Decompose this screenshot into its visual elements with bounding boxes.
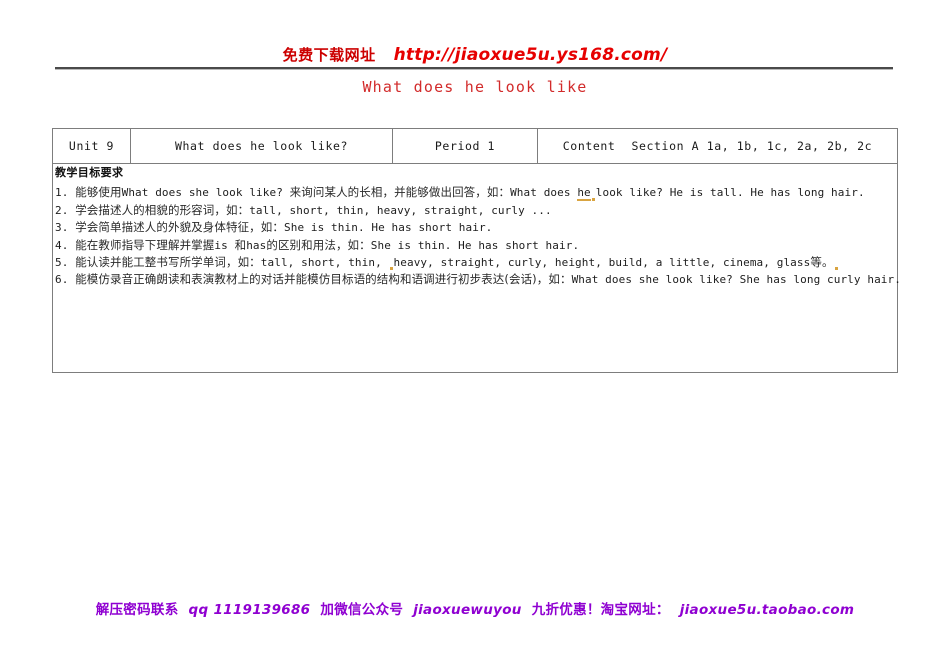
footer-taobao-url[interactable]: jiaoxue5u.taobao.com	[680, 602, 855, 618]
objective-text-en-2b: She is thin. He has short hair.	[370, 238, 580, 252]
objective-text-cn: 学会描述人的相貌的形容词，如：	[75, 203, 250, 218]
spellcheck-marked-word: he	[577, 186, 591, 201]
objective-number: 2.	[55, 204, 69, 218]
list-item: 4. 能在教师指导下理解并掌握is 和has的区别和用法，如：She is th…	[55, 237, 897, 254]
objective-text-en: tall, short, thin,	[260, 255, 389, 269]
footer-segment-5: 九折优惠！淘宝网址：	[531, 602, 670, 618]
spellcheck-marked-word: heavy	[393, 255, 428, 269]
objective-text-cn: 能在教师指导下理解并掌握	[75, 237, 215, 252]
objective-text-en-2a: What does	[510, 186, 578, 199]
list-item: 1. 能够使用What does she look like? 来询问某人的长相…	[55, 184, 897, 202]
list-item: 5. 能认读并能工整书写所学单词，如：tall, short, thin, he…	[55, 254, 897, 271]
list-item: 6. 能模仿录音正确朗读和表演教材上的对话并能模仿目标语的结构和语调进行初步表达…	[55, 271, 901, 288]
objective-text-en: is	[214, 238, 228, 252]
footer-qq: qq 1119139686	[188, 602, 311, 618]
cell-lesson-title: What does he look like?	[130, 128, 393, 164]
objective-number: 5.	[55, 255, 69, 269]
objective-text-en: What does she look like? She has long cu…	[571, 273, 901, 287]
objective-text-en-2a: has	[246, 238, 267, 252]
objective-number: 4.	[55, 238, 69, 252]
cell-period: Period 1	[392, 128, 538, 164]
lesson-plan-table: Unit 9 What does he look like? Period 1 …	[52, 128, 901, 373]
objectives-heading: 教学目标要求	[55, 166, 124, 179]
footer-segment-1: 解压密码联系	[95, 602, 179, 618]
objective-number: 1.	[55, 186, 69, 199]
header-divider-rule	[55, 67, 893, 70]
promo-label: 免费下载网址	[282, 46, 376, 64]
table-header-row: Unit 9 What does he look like? Period 1 …	[52, 128, 898, 164]
footer-promo-banner: 解压密码联系 qq 1119139686 加微信公众号 jiaoxuewuyou 九折优…	[0, 598, 950, 618]
annotation-dot-icon-2	[834, 267, 838, 271]
objective-text-cn-2: 来询问某人的长相，并能够做出回答，如：	[289, 185, 511, 199]
footer-wechat-account: jiaoxuewuyou	[413, 602, 522, 618]
objectives-list: 1. 能够使用What does she look like? 来询问某人的长相…	[53, 184, 901, 288]
content-label: Content	[562, 139, 616, 153]
objective-text-cn: 学会简单描述人的外貌及身体特征，如：	[75, 220, 284, 235]
page-title: What does he look like	[362, 78, 588, 96]
objective-number: 3.	[55, 221, 69, 235]
objective-text-cn-3: 的区别和用法，如：	[266, 237, 371, 252]
list-item: 3. 学会简单描述人的外貌及身体特征，如：She is thin. He has…	[55, 219, 897, 236]
objective-text-en: What does she look like?	[121, 186, 283, 199]
annotation-dot-icon	[591, 198, 595, 202]
cell-content: Content Section A 1a, 1b, 1c, 2a, 2b, 2c	[537, 128, 898, 164]
objective-text-cn: 能模仿录音正确朗读和表演教材上的对话并能模仿目标语的结构和语调进行初步表达(会话…	[75, 272, 572, 287]
objective-text-cn: 能认读并能工整书写所学单词，如：	[75, 254, 261, 269]
objective-number: 6.	[55, 273, 69, 287]
objective-text-en: She is thin. He has short hair.	[284, 221, 493, 235]
annotation-dot-icon	[389, 267, 393, 271]
promo-download-url[interactable]: http://jiaoxue5u.ys168.com/	[394, 45, 668, 65]
objective-text-cn-2: 和	[234, 237, 247, 252]
cell-unit: Unit 9	[52, 128, 131, 164]
cell-objectives: 教学目标要求 1. 能够使用What does she look like? 来…	[52, 163, 901, 373]
objective-text-en: tall, short, thin, heavy, straight, curl…	[249, 204, 552, 218]
footer-segment-3: 加微信公众号	[320, 602, 404, 618]
objective-text-tail: 等。	[810, 254, 834, 269]
objective-text-cn: 能够使用	[75, 185, 122, 199]
table-body-row: 教学目标要求 1. 能够使用What does she look like? 来…	[52, 163, 901, 373]
list-item: 2. 学会描述人的相貌的形容词，如：tall, short, thin, hea…	[55, 202, 897, 219]
objective-text-en-b: , straight, curly, height, build, a litt…	[427, 255, 811, 269]
objective-text-en-2b: look like? He is tall. He has long hair.	[595, 186, 865, 199]
content-value: Section A 1a, 1b, 1c, 2a, 2b, 2c	[631, 139, 873, 153]
top-promo-banner: 免费下载网址 http://jiaoxue5u.ys168.com/	[0, 44, 950, 65]
